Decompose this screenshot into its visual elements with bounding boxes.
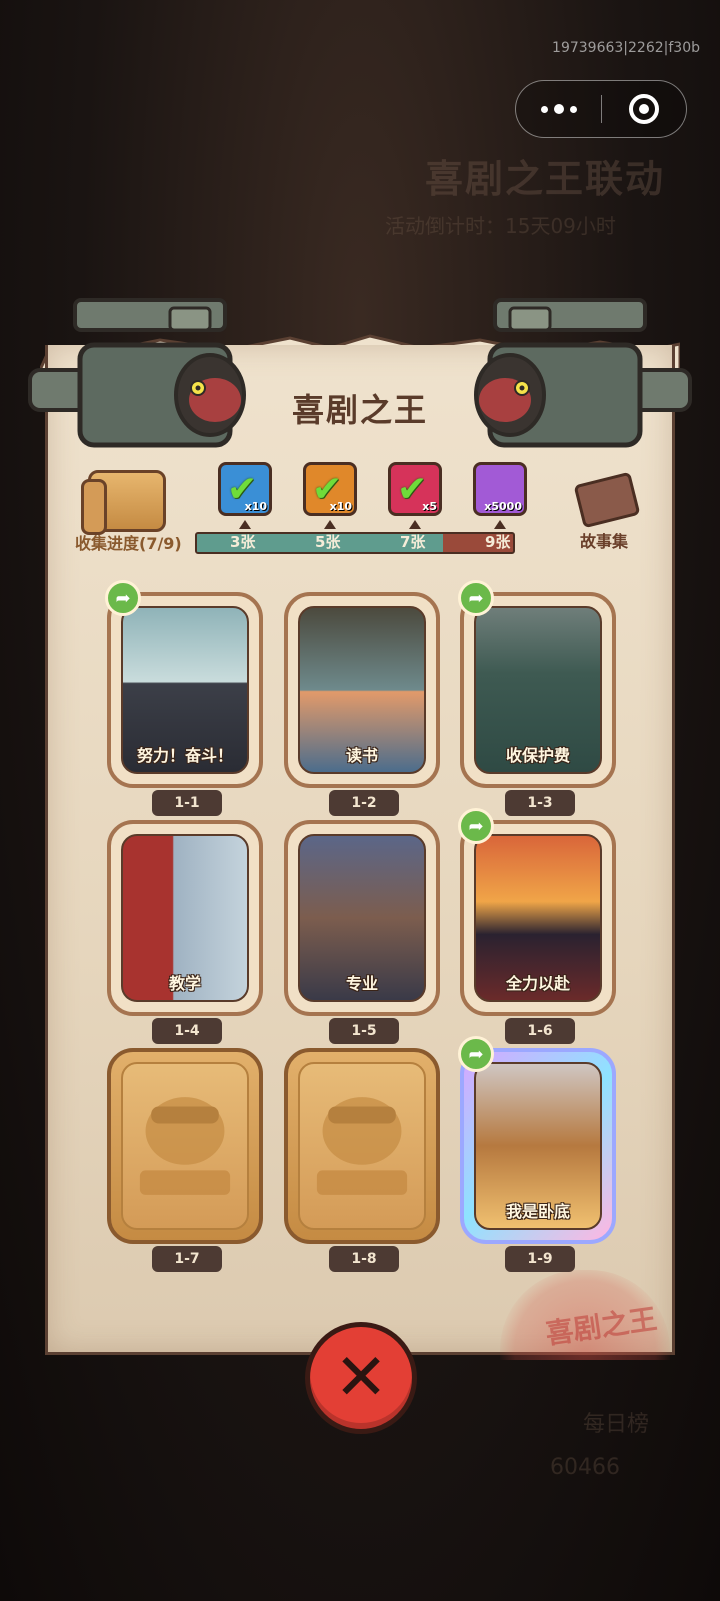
story-card-1-6[interactable]: 全力以赴: [460, 820, 616, 1016]
milestone-label: 7张: [400, 533, 426, 551]
target-close-icon[interactable]: [602, 81, 686, 137]
collection-title: 喜剧之王: [291, 391, 428, 429]
collect-progress-label: 收集进度(7/9): [75, 534, 182, 553]
orb-icon[interactable]: ✔ x5: [388, 462, 442, 516]
milestone-label: 5张: [315, 533, 341, 551]
card-pack-icon[interactable]: [81, 470, 166, 535]
milestone-marker: [239, 520, 251, 529]
milestone-marker: [324, 520, 336, 529]
more-dots-icon[interactable]: [516, 81, 601, 137]
card-number-label: 1-9: [505, 1246, 575, 1272]
close-button[interactable]: ✕: [305, 1322, 417, 1434]
reward-quantity: x5: [422, 500, 437, 513]
card-caption: 收保护费: [505, 746, 570, 765]
chest-icon[interactable]: ✔ x10: [218, 462, 272, 516]
leaderboard-label-dimmed: 每日榜: [583, 1412, 650, 1437]
locked-card-silhouette: [121, 1062, 249, 1230]
card-caption: 专业: [345, 974, 378, 993]
milestone-marker: [409, 520, 421, 529]
share-arrow-icon[interactable]: ➦: [458, 1036, 494, 1072]
story-card-1-8[interactable]: [284, 1048, 440, 1244]
card-artwork: 努力！奋斗！: [121, 606, 249, 774]
locked-character-icon: [139, 1097, 231, 1195]
card-number-label: 1-4: [152, 1018, 222, 1044]
milestone-label: 3张: [230, 533, 256, 551]
card-number-label: 1-8: [329, 1246, 399, 1272]
reward-quantity: x10: [244, 500, 267, 513]
locked-card-silhouette: [298, 1062, 426, 1230]
locked-character-icon: [316, 1097, 408, 1195]
story-card-1-1[interactable]: 努力！奋斗！: [107, 592, 263, 788]
card-caption: 努力！奋斗！: [136, 746, 233, 765]
close-x-icon: ✕: [334, 1341, 388, 1415]
share-arrow-icon[interactable]: ➦: [105, 580, 141, 616]
event-title-dimmed: 喜剧之王联动: [425, 157, 666, 201]
score-dimmed: 60466: [550, 1455, 620, 1480]
story-card-1-5[interactable]: 专业: [284, 820, 440, 1016]
card-number-label: 1-3: [505, 790, 575, 816]
event-countdown-dimmed: 活动倒计时：15天09小时: [385, 214, 616, 238]
milestone-marker: [494, 520, 506, 529]
card-artwork: 专业: [298, 834, 426, 1002]
share-arrow-icon[interactable]: ➦: [458, 580, 494, 616]
story-collection-label[interactable]: 故事集: [580, 528, 628, 552]
story-card-1-9[interactable]: 我是卧底: [460, 1048, 616, 1244]
card-number-label: 1-1: [152, 790, 222, 816]
story-card-1-4[interactable]: 教学: [107, 820, 263, 1016]
card-number-label: 1-7: [152, 1246, 222, 1272]
card-caption: 教学: [168, 974, 201, 993]
card-number-label: 1-6: [505, 1018, 575, 1044]
share-arrow-icon[interactable]: ➦: [458, 808, 494, 844]
card-number-label: 1-2: [329, 790, 399, 816]
card-artwork: 我是卧底: [474, 1062, 602, 1230]
card-artwork: 全力以赴: [474, 834, 602, 1002]
card-caption: 读书: [345, 746, 378, 765]
card-artwork: 读书: [298, 606, 426, 774]
card-artwork: 教学: [121, 834, 249, 1002]
milestone-label: 9张: [485, 533, 511, 551]
story-card-1-2[interactable]: 读书: [284, 592, 440, 788]
story-card-1-3[interactable]: 收保护费: [460, 592, 616, 788]
ticket-icon[interactable]: ✔ x10: [303, 462, 357, 516]
debug-id: 19739663|2262|f30b: [552, 40, 700, 56]
miniprogram-capsule: [515, 80, 687, 138]
card-number-label: 1-5: [329, 1018, 399, 1044]
crystal-icon[interactable]: x5000: [473, 462, 527, 516]
card-caption: 全力以赴: [505, 974, 570, 993]
reward-quantity: x5000: [484, 500, 522, 513]
story-card-1-7[interactable]: [107, 1048, 263, 1244]
card-caption: 我是卧底: [505, 1202, 570, 1221]
card-artwork: 收保护费: [474, 606, 602, 774]
reward-quantity: x10: [329, 500, 352, 513]
